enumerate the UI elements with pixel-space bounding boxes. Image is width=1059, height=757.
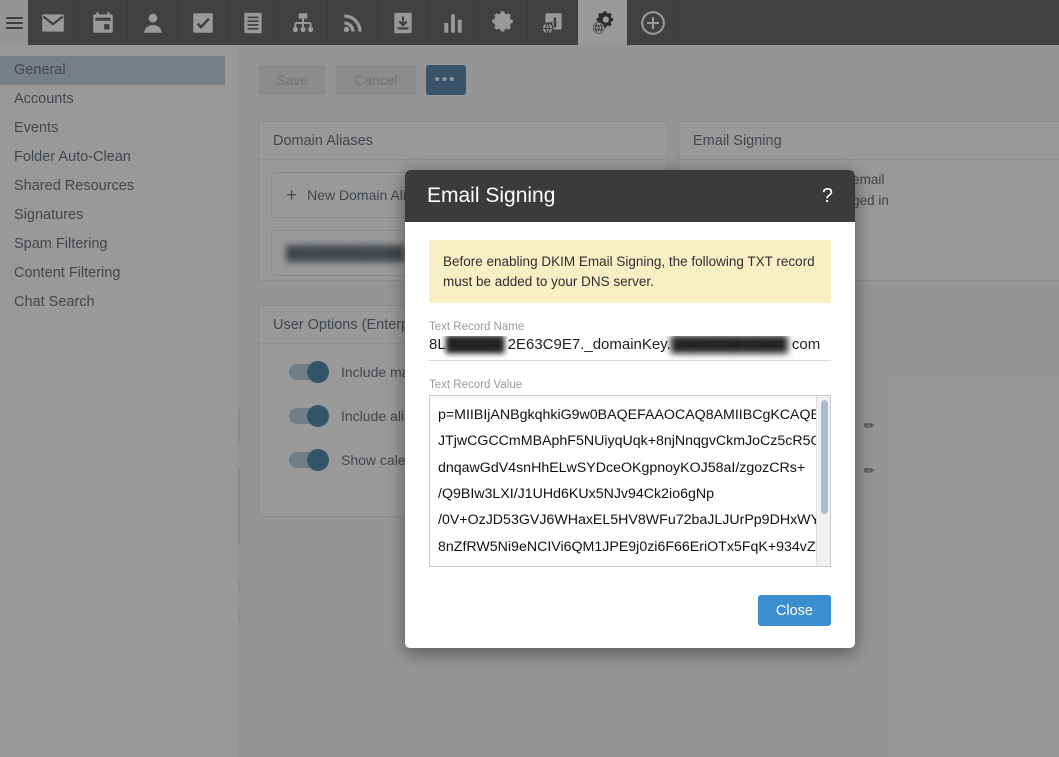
modal-footer: Close <box>405 595 855 648</box>
record-value-line: dnqawGdV4snHhELwSYDceOKgpnoyKOJ58aI/zgoz… <box>438 459 806 476</box>
record-value-line: HFc6Wmv4bgn4yEv3PT3aLRa2ahe6Si9jjaaFvQ9w… <box>438 560 830 566</box>
modal-header: Email Signing ? <box>405 170 855 222</box>
record-name-prefix: 8L <box>429 336 446 354</box>
textarea-scrollbar[interactable] <box>816 396 830 567</box>
record-name-redacted: ██████ <box>445 336 505 354</box>
modal-body: Before enabling DKIM Email Signing, the … <box>405 222 855 568</box>
record-name-redacted-domain: ███████████ <box>670 336 788 354</box>
field-text-record-value: Text Record Value p=MIIBIjANBgkqhkiG9w0B… <box>429 379 831 568</box>
record-value-line: p=MIIBIjANBgkqhkiG9w0BAQEFAAOCAQ8AMIIBCg… <box>438 407 831 424</box>
field-text-record-name: Text Record Name 8L██████ 2E63C9E7._doma… <box>429 321 831 362</box>
app-root: aaa web hosting <box>0 0 1059 757</box>
record-value-line: JTjwCGCCmMBAphF5NUiyqUqk+8njNnqgvCkmJoCz… <box>438 433 830 450</box>
record-name-suffix: com <box>791 336 821 354</box>
dkim-notice: Before enabling DKIM Email Signing, the … <box>429 240 831 304</box>
record-value-line: /0V+OzJD53GVJ6WHaxEL5HV8WFu72baJLJUrPp9D… <box>438 512 824 529</box>
close-button[interactable]: Close <box>757 595 831 626</box>
field-label: Text Record Name <box>429 321 525 334</box>
email-signing-modal: Email Signing ? Before enabling DKIM Ema… <box>405 170 855 648</box>
field-label: Text Record Value <box>429 379 523 392</box>
text-record-name-value[interactable]: 8L██████ 2E63C9E7._domainKey.███████████… <box>429 336 831 362</box>
modal-title: Email Signing <box>427 184 556 207</box>
text-record-value-content: p=MIIBIjANBgkqhkiG9w0BAQEFAAOCAQ8AMIIBCg… <box>430 396 831 566</box>
text-record-value-textarea[interactable]: p=MIIBIjANBgkqhkiG9w0BAQEFAAOCAQ8AMIIBCg… <box>429 395 831 568</box>
scrollbar-thumb[interactable] <box>821 400 828 515</box>
record-value-line: 8nZfRW5Ni9eNCIVi6QM1JPE9j0zi6F66EriOTx5F… <box>438 538 831 555</box>
record-value-line: /Q9BIw3LXI/J1UHd6KUx5NJv94Ck2io6gNp <box>438 486 714 503</box>
record-name-middle: 2E63C9E7._domainKey. <box>507 336 671 354</box>
help-icon[interactable]: ? <box>822 185 833 208</box>
